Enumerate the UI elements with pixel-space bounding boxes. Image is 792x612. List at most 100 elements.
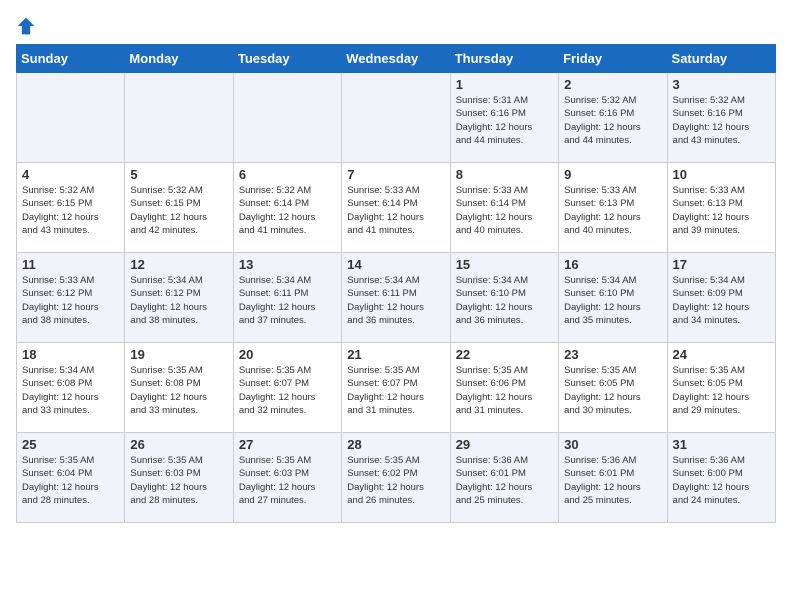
day-info: Sunrise: 5:33 AM Sunset: 6:13 PM Dayligh… bbox=[564, 184, 661, 237]
day-number: 11 bbox=[22, 257, 119, 272]
logo-icon bbox=[16, 16, 36, 36]
day-number: 17 bbox=[673, 257, 770, 272]
day-number: 26 bbox=[130, 437, 227, 452]
calendar-cell: 18 Sunrise: 5:34 AM Sunset: 6:08 PM Dayli… bbox=[17, 343, 125, 433]
day-number: 15 bbox=[456, 257, 553, 272]
day-info: Sunrise: 5:35 AM Sunset: 6:03 PM Dayligh… bbox=[239, 454, 336, 507]
day-info: Sunrise: 5:32 AM Sunset: 6:16 PM Dayligh… bbox=[673, 94, 770, 147]
day-info: Sunrise: 5:35 AM Sunset: 6:07 PM Dayligh… bbox=[239, 364, 336, 417]
calendar-cell: 27 Sunrise: 5:35 AM Sunset: 6:03 PM Dayli… bbox=[233, 433, 341, 523]
day-number: 1 bbox=[456, 77, 553, 92]
calendar-cell bbox=[342, 73, 450, 163]
day-number: 24 bbox=[673, 347, 770, 362]
calendar-cell bbox=[125, 73, 233, 163]
day-info: Sunrise: 5:32 AM Sunset: 6:14 PM Dayligh… bbox=[239, 184, 336, 237]
calendar-cell: 3 Sunrise: 5:32 AM Sunset: 6:16 PM Daylig… bbox=[667, 73, 775, 163]
calendar-cell bbox=[17, 73, 125, 163]
calendar-cell: 28 Sunrise: 5:35 AM Sunset: 6:02 PM Dayli… bbox=[342, 433, 450, 523]
day-number: 31 bbox=[673, 437, 770, 452]
day-number: 28 bbox=[347, 437, 444, 452]
day-number: 30 bbox=[564, 437, 661, 452]
day-number: 16 bbox=[564, 257, 661, 272]
day-number: 19 bbox=[130, 347, 227, 362]
day-number: 21 bbox=[347, 347, 444, 362]
day-info: Sunrise: 5:31 AM Sunset: 6:16 PM Dayligh… bbox=[456, 94, 553, 147]
day-info: Sunrise: 5:33 AM Sunset: 6:12 PM Dayligh… bbox=[22, 274, 119, 327]
calendar-cell: 29Sunrise: 5:36 AM Sunset: 6:01 PM Dayli… bbox=[450, 433, 558, 523]
day-info: Sunrise: 5:35 AM Sunset: 6:07 PM Dayligh… bbox=[347, 364, 444, 417]
day-number: 3 bbox=[673, 77, 770, 92]
day-number: 29 bbox=[456, 437, 553, 452]
calendar-cell: 25 Sunrise: 5:35 AM Sunset: 6:04 PM Dayli… bbox=[17, 433, 125, 523]
calendar-cell: 31 Sunrise: 5:36 AM Sunset: 6:00 PM Dayli… bbox=[667, 433, 775, 523]
calendar-cell: 15 Sunrise: 5:34 AM Sunset: 6:10 PM Dayli… bbox=[450, 253, 558, 343]
day-info: Sunrise: 5:34 AM Sunset: 6:11 PM Dayligh… bbox=[239, 274, 336, 327]
calendar-cell bbox=[233, 73, 341, 163]
day-number: 12 bbox=[130, 257, 227, 272]
calendar-cell: 10 Sunrise: 5:33 AM Sunset: 6:13 PM Dayli… bbox=[667, 163, 775, 253]
day-number: 7 bbox=[347, 167, 444, 182]
day-number: 25 bbox=[22, 437, 119, 452]
calendar-header bbox=[16, 16, 776, 36]
calendar-cell: 1 Sunrise: 5:31 AM Sunset: 6:16 PM Daylig… bbox=[450, 73, 558, 163]
calendar-cell: 21 Sunrise: 5:35 AM Sunset: 6:07 PM Dayli… bbox=[342, 343, 450, 433]
day-number: 8 bbox=[456, 167, 553, 182]
calendar-cell: 5 Sunrise: 5:32 AM Sunset: 6:15 PM Daylig… bbox=[125, 163, 233, 253]
calendar-cell: 13 Sunrise: 5:34 AM Sunset: 6:11 PM Dayli… bbox=[233, 253, 341, 343]
day-info: Sunrise: 5:34 AM Sunset: 6:10 PM Dayligh… bbox=[456, 274, 553, 327]
day-number: 22 bbox=[456, 347, 553, 362]
weekday-header-monday: Monday bbox=[125, 45, 233, 73]
calendar-cell: 4 Sunrise: 5:32 AM Sunset: 6:15 PM Daylig… bbox=[17, 163, 125, 253]
day-number: 5 bbox=[130, 167, 227, 182]
day-number: 20 bbox=[239, 347, 336, 362]
logo bbox=[16, 16, 40, 36]
day-number: 23 bbox=[564, 347, 661, 362]
day-number: 9 bbox=[564, 167, 661, 182]
calendar-cell: 19 Sunrise: 5:35 AM Sunset: 6:08 PM Dayli… bbox=[125, 343, 233, 433]
calendar-cell: 7 Sunrise: 5:33 AM Sunset: 6:14 PM Daylig… bbox=[342, 163, 450, 253]
day-info: Sunrise: 5:35 AM Sunset: 6:05 PM Dayligh… bbox=[673, 364, 770, 417]
day-info: Sunrise: 5:32 AM Sunset: 6:16 PM Dayligh… bbox=[564, 94, 661, 147]
calendar-cell: 30 Sunrise: 5:36 AM Sunset: 6:01 PM Dayli… bbox=[559, 433, 667, 523]
weekday-header-row: SundayMondayTuesdayWednesdayThursdayFrid… bbox=[17, 45, 776, 73]
weekday-header-sunday: Sunday bbox=[17, 45, 125, 73]
calendar-cell: 9 Sunrise: 5:33 AM Sunset: 6:13 PM Daylig… bbox=[559, 163, 667, 253]
day-info: Sunrise: 5:34 AM Sunset: 6:09 PM Dayligh… bbox=[673, 274, 770, 327]
day-number: 2 bbox=[564, 77, 661, 92]
day-info: Sunrise: 5:36 AM Sunset: 6:01 PM Dayligh… bbox=[564, 454, 661, 507]
day-number: 6 bbox=[239, 167, 336, 182]
day-info: Sunrise: 5:32 AM Sunset: 6:15 PM Dayligh… bbox=[130, 184, 227, 237]
day-info: Sunrise: 5:35 AM Sunset: 6:06 PM Dayligh… bbox=[456, 364, 553, 417]
day-number: 4 bbox=[22, 167, 119, 182]
day-number: 13 bbox=[239, 257, 336, 272]
day-number: 18 bbox=[22, 347, 119, 362]
calendar-week-row: 1 Sunrise: 5:31 AM Sunset: 6:16 PM Daylig… bbox=[17, 73, 776, 163]
day-info: Sunrise: 5:36 AM Sunset: 6:00 PM Dayligh… bbox=[673, 454, 770, 507]
day-info: Sunrise: 5:35 AM Sunset: 6:04 PM Dayligh… bbox=[22, 454, 119, 507]
calendar-cell: 14Sunrise: 5:34 AM Sunset: 6:11 PM Dayli… bbox=[342, 253, 450, 343]
calendar-week-row: 25 Sunrise: 5:35 AM Sunset: 6:04 PM Dayli… bbox=[17, 433, 776, 523]
day-number: 14 bbox=[347, 257, 444, 272]
day-info: Sunrise: 5:33 AM Sunset: 6:13 PM Dayligh… bbox=[673, 184, 770, 237]
calendar-cell: 20 Sunrise: 5:35 AM Sunset: 6:07 PM Dayli… bbox=[233, 343, 341, 433]
calendar-cell: 12 Sunrise: 5:34 AM Sunset: 6:12 PM Dayli… bbox=[125, 253, 233, 343]
day-info: Sunrise: 5:33 AM Sunset: 6:14 PM Dayligh… bbox=[456, 184, 553, 237]
calendar-week-row: 18 Sunrise: 5:34 AM Sunset: 6:08 PM Dayli… bbox=[17, 343, 776, 433]
calendar-cell: 26 Sunrise: 5:35 AM Sunset: 6:03 PM Dayli… bbox=[125, 433, 233, 523]
calendar-cell: 17 Sunrise: 5:34 AM Sunset: 6:09 PM Dayli… bbox=[667, 253, 775, 343]
day-number: 10 bbox=[673, 167, 770, 182]
weekday-header-wednesday: Wednesday bbox=[342, 45, 450, 73]
day-info: Sunrise: 5:33 AM Sunset: 6:14 PM Dayligh… bbox=[347, 184, 444, 237]
day-number: 27 bbox=[239, 437, 336, 452]
calendar-week-row: 4 Sunrise: 5:32 AM Sunset: 6:15 PM Daylig… bbox=[17, 163, 776, 253]
calendar-cell: 8 Sunrise: 5:33 AM Sunset: 6:14 PM Daylig… bbox=[450, 163, 558, 253]
day-info: Sunrise: 5:34 AM Sunset: 6:10 PM Dayligh… bbox=[564, 274, 661, 327]
day-info: Sunrise: 5:32 AM Sunset: 6:15 PM Dayligh… bbox=[22, 184, 119, 237]
calendar-cell: 2 Sunrise: 5:32 AM Sunset: 6:16 PM Daylig… bbox=[559, 73, 667, 163]
day-info: Sunrise: 5:34 AM Sunset: 6:08 PM Dayligh… bbox=[22, 364, 119, 417]
calendar-cell: 16 Sunrise: 5:34 AM Sunset: 6:10 PM Dayli… bbox=[559, 253, 667, 343]
day-info: Sunrise: 5:35 AM Sunset: 6:08 PM Dayligh… bbox=[130, 364, 227, 417]
day-info: Sunrise: 5:35 AM Sunset: 6:02 PM Dayligh… bbox=[347, 454, 444, 507]
day-info: Sunrise: 5:35 AM Sunset: 6:03 PM Dayligh… bbox=[130, 454, 227, 507]
day-info: Sunrise: 5:34 AM Sunset: 6:12 PM Dayligh… bbox=[130, 274, 227, 327]
